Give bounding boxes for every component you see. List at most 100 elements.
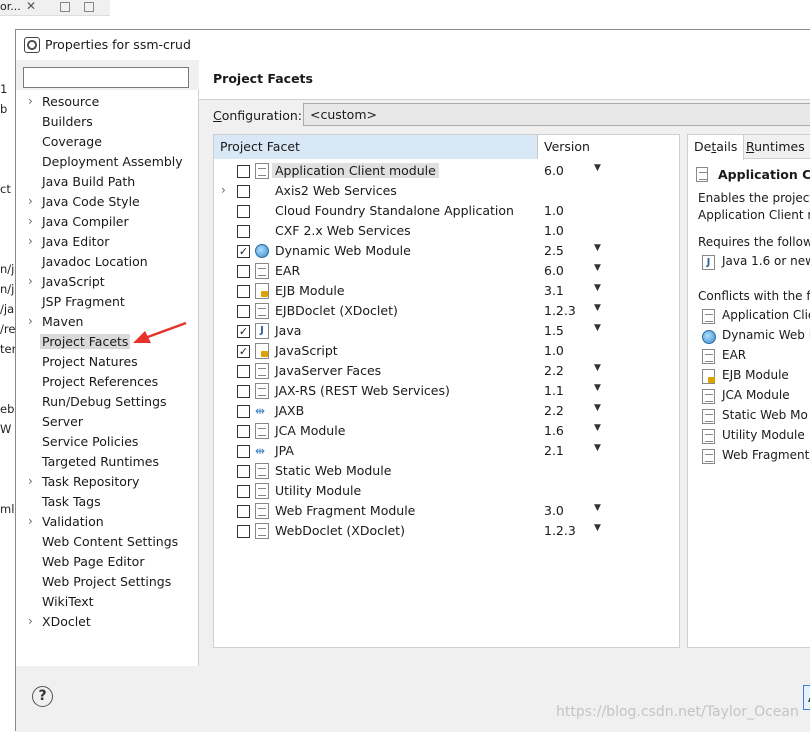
tree-item[interactable]: › Validation bbox=[16, 512, 199, 532]
facet-version[interactable]: 1.5 bbox=[544, 323, 564, 338]
facet-row[interactable]: JavaServer Faces 2.2 ▼ bbox=[214, 361, 681, 381]
tree-item[interactable]: › Java Code Style bbox=[16, 192, 199, 212]
facet-row[interactable]: EJB Module 3.1 ▼ bbox=[214, 281, 681, 301]
tree-item[interactable]: Javadoc Location bbox=[16, 252, 199, 272]
tree-item[interactable]: WikiText bbox=[16, 592, 199, 612]
tree-item[interactable]: Coverage bbox=[16, 132, 199, 152]
facet-checkbox[interactable] bbox=[237, 385, 250, 398]
version-dropdown-icon[interactable]: ▼ bbox=[594, 163, 601, 173]
tree-item[interactable]: › JavaScript bbox=[16, 272, 199, 292]
facet-row[interactable]: › Axis2 Web Services bbox=[214, 181, 681, 201]
help-button[interactable]: ? bbox=[32, 686, 53, 707]
facet-checkbox[interactable]: ✓ bbox=[237, 245, 250, 258]
facet-row[interactable]: JAX-RS (REST Web Services) 1.1 ▼ bbox=[214, 381, 681, 401]
facet-row[interactable]: ✓ J Java 1.5 ▼ bbox=[214, 321, 681, 341]
facet-checkbox[interactable] bbox=[237, 505, 250, 518]
column-header-facet[interactable]: Project Facet bbox=[214, 135, 538, 159]
facet-row[interactable]: Web Fragment Module 3.0 ▼ bbox=[214, 501, 681, 521]
version-dropdown-icon[interactable]: ▼ bbox=[594, 403, 601, 413]
facet-version[interactable]: 3.0 bbox=[544, 503, 564, 518]
chevron-right-icon[interactable]: › bbox=[28, 474, 33, 488]
tree-item[interactable]: › Task Repository bbox=[16, 472, 199, 492]
chevron-right-icon[interactable]: › bbox=[28, 214, 33, 228]
chevron-right-icon[interactable]: › bbox=[28, 314, 33, 328]
facet-row[interactable]: Application Client module 6.0 ▼ bbox=[214, 161, 681, 181]
facet-version[interactable]: 1.2.3 bbox=[544, 303, 576, 318]
background-editor-tab[interactable]: or... ✕ bbox=[0, 0, 110, 16]
facet-checkbox[interactable] bbox=[237, 525, 250, 538]
tree-item[interactable]: Run/Debug Settings bbox=[16, 392, 199, 412]
facet-row[interactable]: EJBDoclet (XDoclet) 1.2.3 ▼ bbox=[214, 301, 681, 321]
facet-row[interactable]: Cloud Foundry Standalone Application 1.0 bbox=[214, 201, 681, 221]
version-dropdown-icon[interactable]: ▼ bbox=[594, 443, 601, 453]
version-dropdown-icon[interactable]: ▼ bbox=[594, 263, 601, 273]
version-dropdown-icon[interactable]: ▼ bbox=[594, 503, 601, 513]
tree-item[interactable]: Web Page Editor bbox=[16, 552, 199, 572]
facet-row[interactable]: WebDoclet (XDoclet) 1.2.3 ▼ bbox=[214, 521, 681, 541]
facet-checkbox[interactable]: ✓ bbox=[237, 325, 250, 338]
version-dropdown-icon[interactable]: ▼ bbox=[594, 523, 601, 533]
facet-checkbox[interactable] bbox=[237, 205, 250, 218]
facet-row[interactable]: JCA Module 1.6 ▼ bbox=[214, 421, 681, 441]
facet-checkbox[interactable] bbox=[237, 425, 250, 438]
facet-checkbox[interactable] bbox=[237, 185, 250, 198]
chevron-right-icon[interactable]: › bbox=[28, 514, 33, 528]
facet-version[interactable]: 2.2 bbox=[544, 403, 564, 418]
facet-version[interactable]: 2.2 bbox=[544, 363, 564, 378]
facet-checkbox[interactable] bbox=[237, 485, 250, 498]
facet-row[interactable]: EAR 6.0 ▼ bbox=[214, 261, 681, 281]
chevron-right-icon[interactable]: › bbox=[28, 234, 33, 248]
maximize-icon[interactable] bbox=[84, 2, 94, 12]
tree-item[interactable]: Web Project Settings bbox=[16, 572, 199, 592]
facet-checkbox[interactable] bbox=[237, 405, 250, 418]
facet-checkbox[interactable] bbox=[237, 465, 250, 478]
chevron-right-icon[interactable]: › bbox=[28, 274, 33, 288]
facet-row[interactable]: ✓ Dynamic Web Module 2.5 ▼ bbox=[214, 241, 681, 261]
apply-and-close-button[interactable]: A bbox=[803, 685, 810, 710]
tree-item[interactable]: Web Content Settings bbox=[16, 532, 199, 552]
tree-item[interactable]: Builders bbox=[16, 112, 199, 132]
tree-item[interactable]: Project References bbox=[16, 372, 199, 392]
version-dropdown-icon[interactable]: ▼ bbox=[594, 423, 601, 433]
tree-item[interactable]: Project Natures bbox=[16, 352, 199, 372]
filter-input[interactable] bbox=[23, 67, 189, 88]
tree-item[interactable]: JSP Fragment bbox=[16, 292, 199, 312]
facet-row[interactable]: Utility Module bbox=[214, 481, 681, 501]
facet-checkbox[interactable]: ✓ bbox=[237, 345, 250, 358]
close-icon[interactable]: ✕ bbox=[26, 0, 36, 13]
tree-item[interactable]: Java Build Path bbox=[16, 172, 199, 192]
version-dropdown-icon[interactable]: ▼ bbox=[594, 383, 601, 393]
version-dropdown-icon[interactable]: ▼ bbox=[594, 323, 601, 333]
version-dropdown-icon[interactable]: ▼ bbox=[594, 363, 601, 373]
version-dropdown-icon[interactable]: ▼ bbox=[594, 243, 601, 253]
facet-checkbox[interactable] bbox=[237, 265, 250, 278]
version-dropdown-icon[interactable]: ▼ bbox=[594, 283, 601, 293]
tree-item[interactable]: Targeted Runtimes bbox=[16, 452, 199, 472]
facet-row[interactable]: ⇹ JPA 2.1 ▼ bbox=[214, 441, 681, 461]
facet-version[interactable]: 2.5 bbox=[544, 243, 564, 258]
chevron-right-icon[interactable]: › bbox=[28, 614, 33, 628]
tab-runtimes[interactable]: Runtimes bbox=[740, 135, 810, 159]
facet-row[interactable]: ✓ JavaScript 1.0 bbox=[214, 341, 681, 361]
facet-version[interactable]: 6.0 bbox=[544, 163, 564, 178]
tree-item[interactable]: Task Tags bbox=[16, 492, 199, 512]
facet-checkbox[interactable] bbox=[237, 365, 250, 378]
chevron-right-icon[interactable]: › bbox=[221, 183, 226, 197]
tree-item[interactable]: › Java Compiler bbox=[16, 212, 199, 232]
facet-checkbox[interactable] bbox=[237, 445, 250, 458]
chevron-right-icon[interactable]: › bbox=[28, 194, 33, 208]
facet-checkbox[interactable] bbox=[237, 305, 250, 318]
configuration-select[interactable]: <custom> bbox=[303, 103, 810, 126]
facet-version[interactable]: 2.1 bbox=[544, 443, 564, 458]
facet-version[interactable]: 1.2.3 bbox=[544, 523, 576, 538]
tree-item[interactable]: › XDoclet bbox=[16, 612, 199, 632]
facet-version[interactable]: 1.1 bbox=[544, 383, 564, 398]
facet-row[interactable]: ⇹ JAXB 2.2 ▼ bbox=[214, 401, 681, 421]
facet-checkbox[interactable] bbox=[237, 225, 250, 238]
minimize-icon[interactable] bbox=[60, 2, 70, 12]
tree-item[interactable]: › Resource bbox=[16, 92, 199, 112]
facet-row[interactable]: Static Web Module bbox=[214, 461, 681, 481]
column-header-version[interactable]: Version bbox=[538, 135, 681, 159]
version-dropdown-icon[interactable]: ▼ bbox=[594, 303, 601, 313]
facet-version[interactable]: 6.0 bbox=[544, 263, 564, 278]
